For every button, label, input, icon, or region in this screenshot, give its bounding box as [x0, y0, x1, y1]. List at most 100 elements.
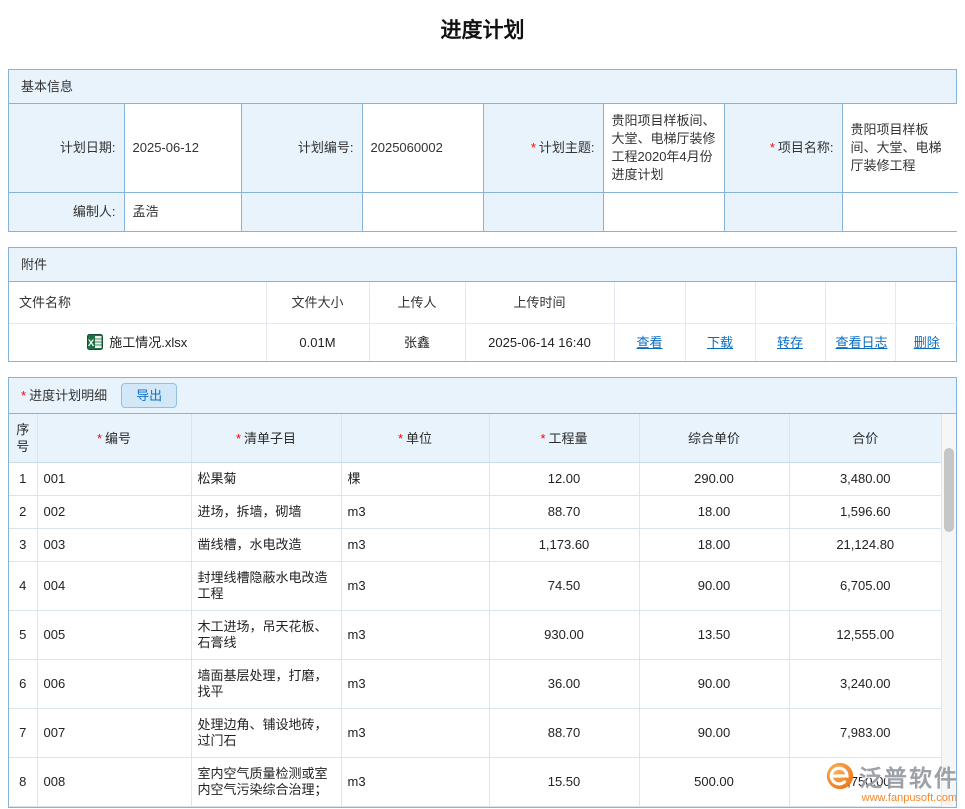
author-label: 编制人: [9, 193, 124, 232]
plan-date-label: 计划日期: [9, 104, 124, 193]
plan-subject-label: *计划主题: [483, 104, 603, 193]
details-title: 进度计划明细 [29, 387, 107, 404]
attachment-upload-time: 2025-06-14 16:40 [465, 324, 614, 362]
empty-cell [483, 193, 603, 232]
detail-cell-code: 002 [37, 496, 191, 529]
delete-link[interactable]: 删除 [914, 335, 940, 350]
attachments-section-header: 附件 [9, 248, 956, 282]
detail-cell-unit: m3 [341, 611, 489, 660]
detail-cell-unit: m3 [341, 660, 489, 709]
detail-cell-unit_price: 500.00 [639, 758, 789, 807]
view-link[interactable]: 查看 [636, 335, 662, 350]
detail-cell-total: 12,555.00 [789, 611, 941, 660]
attachments-table: 文件名称 文件大小 上传人 上传时间 X [9, 282, 958, 361]
empty-cell [241, 193, 362, 232]
detail-cell-total: 21,124.80 [789, 529, 941, 562]
details-col-header-quantity: *工程量 [489, 414, 639, 463]
export-button[interactable]: 导出 [121, 383, 177, 408]
required-mark: * [770, 140, 775, 155]
detail-cell-total: 7,983.00 [789, 709, 941, 758]
required-mark: * [540, 431, 545, 446]
page-title: 进度计划 [8, 18, 957, 43]
attachment-uploader: 张鑫 [369, 324, 465, 362]
detail-cell-unit: m3 [341, 758, 489, 807]
col-header-empty [825, 282, 895, 324]
view-log-link[interactable]: 查看日志 [836, 335, 888, 350]
detail-cell-unit: m3 [341, 709, 489, 758]
detail-cell-seq: 6 [9, 660, 37, 709]
download-link[interactable]: 下载 [707, 335, 733, 350]
vertical-scrollbar[interactable] [941, 414, 956, 807]
attachment-action-cell: 下载 [685, 324, 755, 362]
details-col-header-total: 合价 [789, 414, 941, 463]
col-header-empty [895, 282, 958, 324]
detail-cell-item: 松果菊 [191, 463, 341, 496]
empty-cell [362, 193, 483, 232]
required-mark: * [21, 387, 26, 404]
detail-cell-unit_price: 90.00 [639, 562, 789, 611]
details-section: * 进度计划明细 导出 序号*编号*清单子目*单位*工程量综合单价合价 1001… [8, 377, 957, 808]
details-col-header-item: *清单子目 [191, 414, 341, 463]
detail-cell-item: 木工进场，吊天花板、石膏线 [191, 611, 341, 660]
col-header-file-name: 文件名称 [9, 282, 266, 324]
detail-cell-unit: m3 [341, 496, 489, 529]
transfer-link[interactable]: 转存 [777, 335, 803, 350]
detail-row: 8008室内空气质量检测或室内空气污染综合治理；m315.50500.007,7… [9, 758, 941, 807]
detail-cell-total: 3,240.00 [789, 660, 941, 709]
empty-cell [603, 193, 724, 232]
project-name-label: *项目名称: [724, 104, 842, 193]
details-col-header-seq: 序号 [9, 414, 37, 463]
detail-cell-code: 001 [37, 463, 191, 496]
attachments-section: 附件 文件名称 文件大小 上传人 上传时间 [8, 247, 957, 362]
scrollbar-thumb[interactable] [944, 448, 954, 532]
col-header-empty [685, 282, 755, 324]
detail-cell-quantity: 12.00 [489, 463, 639, 496]
plan-subject-value: 贵阳项目样板间、大堂、电梯厅装修工程2020年4月份进度计划 [603, 104, 724, 193]
excel-file-icon: X [87, 334, 103, 350]
basic-info-title: 基本信息 [21, 78, 73, 95]
detail-cell-code: 007 [37, 709, 191, 758]
detail-cell-seq: 5 [9, 611, 37, 660]
required-mark: * [398, 431, 403, 446]
detail-cell-seq: 2 [9, 496, 37, 529]
basic-info-section: 基本信息 计划日期: 2025-06-12 计划编号: 2025060002 *… [8, 69, 957, 232]
detail-cell-unit_price: 90.00 [639, 660, 789, 709]
detail-cell-item: 封埋线槽隐蔽水电改造工程 [191, 562, 341, 611]
empty-cell [724, 193, 842, 232]
details-table-wrap: 序号*编号*清单子目*单位*工程量综合单价合价 1001松果菊棵12.00290… [9, 414, 956, 807]
detail-cell-item: 凿线槽，水电改造 [191, 529, 341, 562]
detail-row: 3003凿线槽，水电改造m31,173.6018.0021,124.80 [9, 529, 941, 562]
attachments-title: 附件 [21, 256, 47, 273]
detail-cell-unit_price: 18.00 [639, 529, 789, 562]
detail-cell-quantity: 1,173.60 [489, 529, 639, 562]
details-section-header: * 进度计划明细 导出 [9, 378, 956, 414]
col-header-upload-time: 上传时间 [465, 282, 614, 324]
detail-row: 2002进场，拆墙，砌墙m388.7018.001,596.60 [9, 496, 941, 529]
detail-row: 4004封埋线槽隐蔽水电改造工程m374.5090.006,705.00 [9, 562, 941, 611]
col-header-empty [755, 282, 825, 324]
detail-cell-seq: 4 [9, 562, 37, 611]
attachment-file-size: 0.01M [266, 324, 369, 362]
detail-cell-code: 004 [37, 562, 191, 611]
detail-cell-item: 墙面基层处理，打磨，找平 [191, 660, 341, 709]
empty-cell [842, 193, 958, 232]
detail-cell-item: 进场，拆墙，砌墙 [191, 496, 341, 529]
detail-cell-item: 处理边角、铺设地砖，过门石 [191, 709, 341, 758]
detail-cell-unit: 棵 [341, 463, 489, 496]
detail-cell-unit_price: 90.00 [639, 709, 789, 758]
detail-cell-code: 005 [37, 611, 191, 660]
detail-cell-code: 006 [37, 660, 191, 709]
required-mark: * [531, 140, 536, 155]
attachment-action-cell: 查看 [614, 324, 685, 362]
details-table: 序号*编号*清单子目*单位*工程量综合单价合价 1001松果菊棵12.00290… [9, 414, 941, 807]
detail-cell-quantity: 930.00 [489, 611, 639, 660]
basic-info-table: 计划日期: 2025-06-12 计划编号: 2025060002 *计划主题:… [9, 104, 958, 231]
detail-row: 1001松果菊棵12.00290.003,480.00 [9, 463, 941, 496]
details-col-header-unit: *单位 [341, 414, 489, 463]
plan-no-label: 计划编号: [241, 104, 362, 193]
page: 进度计划 基本信息 计划日期: 2025-06-12 计划编号: 2025060… [0, 18, 965, 808]
detail-row: 6006墙面基层处理，打磨，找平m336.0090.003,240.00 [9, 660, 941, 709]
details-col-header-code: *编号 [37, 414, 191, 463]
vendor-watermark: 泛普软件 www.fanpusoft.com [826, 759, 959, 804]
detail-cell-seq: 7 [9, 709, 37, 758]
